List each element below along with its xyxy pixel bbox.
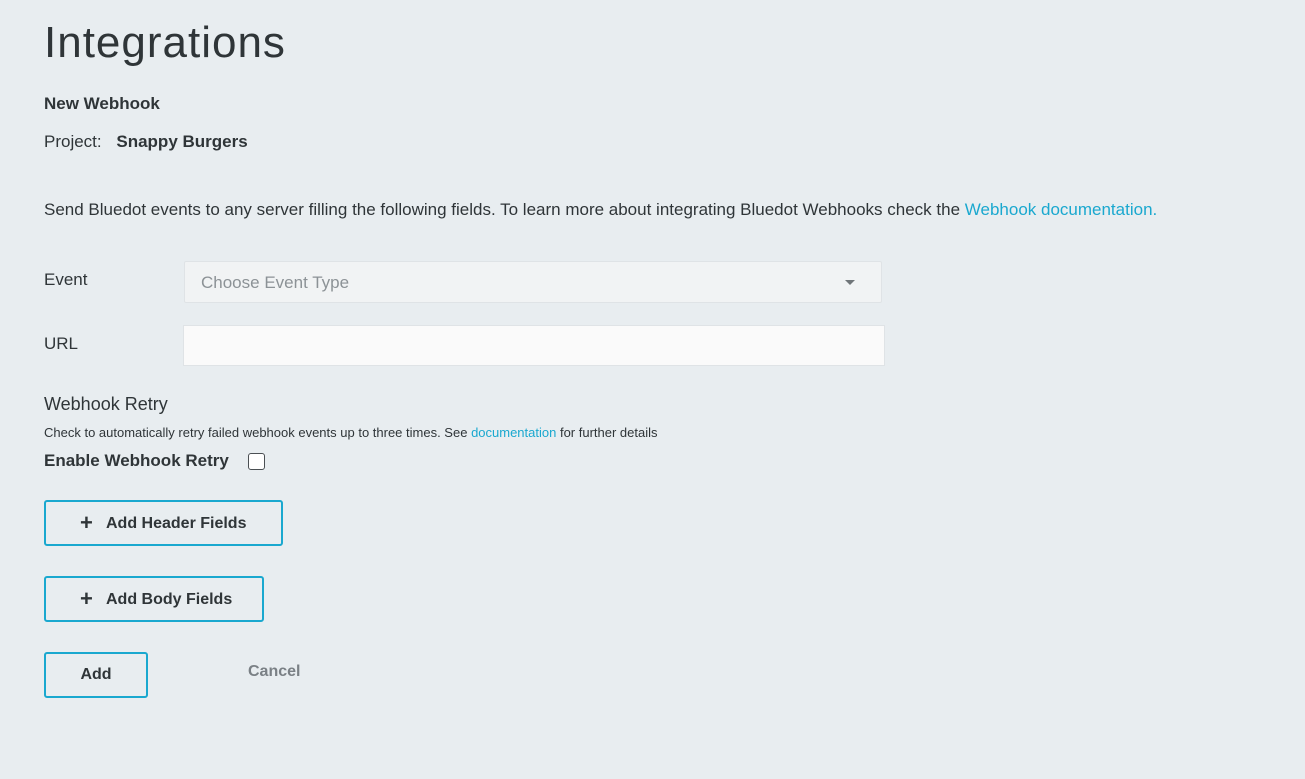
retry-documentation-link[interactable]: documentation (471, 425, 556, 440)
project-label: Project: (44, 132, 102, 151)
add-body-fields-label: Add Body Fields (106, 591, 233, 608)
add-header-fields-label: Add Header Fields (106, 515, 247, 532)
add-button[interactable]: Add (44, 652, 148, 698)
webhook-retry-help: Check to automatically retry failed webh… (44, 425, 658, 440)
event-label: Event (44, 270, 88, 289)
webhook-retry-heading: Webhook Retry (44, 394, 168, 414)
retry-help-suffix: for further details (556, 425, 658, 440)
project-name: Snappy Burgers (116, 132, 248, 151)
add-header-fields-button[interactable]: + Add Header Fields (44, 500, 283, 546)
cancel-button[interactable]: Cancel (248, 663, 300, 681)
event-type-select[interactable]: Choose Event Type (184, 261, 882, 303)
enable-webhook-retry-label: Enable Webhook Retry (44, 451, 229, 470)
url-label: URL (44, 334, 79, 353)
plus-icon: + (80, 510, 93, 535)
description-text: Send Bluedot events to any server fillin… (44, 200, 965, 219)
page-title: Integrations (44, 18, 286, 67)
page-subtitle: New Webhook (44, 94, 160, 113)
enable-webhook-retry-checkbox[interactable] (248, 453, 265, 470)
plus-icon: + (80, 586, 93, 611)
event-type-placeholder: Choose Event Type (201, 273, 350, 292)
retry-help-text: Check to automatically retry failed webh… (44, 425, 472, 440)
add-body-fields-button[interactable]: + Add Body Fields (44, 576, 264, 622)
webhook-documentation-link[interactable]: Webhook documentation. (965, 200, 1157, 219)
webhook-description: Send Bluedot events to any server fillin… (44, 198, 1194, 222)
project-row: Project: Snappy Burgers (44, 132, 248, 152)
caret-down-icon (845, 280, 855, 285)
url-input[interactable] (183, 325, 885, 366)
